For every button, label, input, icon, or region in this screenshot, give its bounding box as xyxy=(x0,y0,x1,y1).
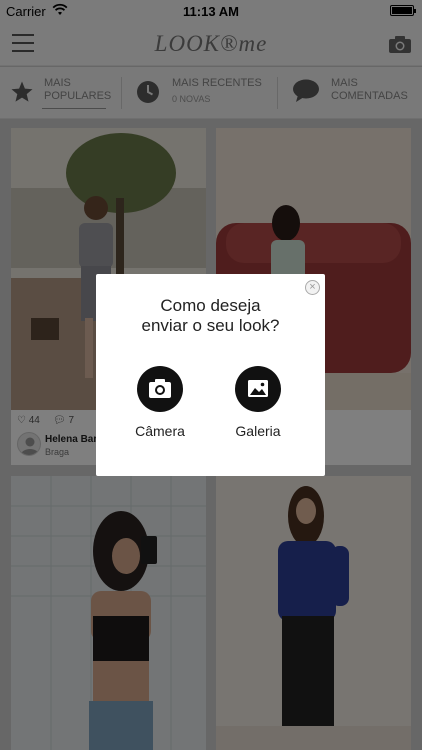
gallery-icon xyxy=(235,366,281,412)
upload-source-dialog: × Como deseja enviar o seu look? Câmera … xyxy=(96,274,325,476)
dialog-title: Como deseja enviar o seu look? xyxy=(141,296,280,335)
camera-option-button[interactable]: Câmera xyxy=(120,366,200,439)
gallery-option-label: Galeria xyxy=(235,423,281,439)
camera-icon xyxy=(137,366,183,412)
close-icon[interactable]: × xyxy=(305,280,320,295)
camera-option-label: Câmera xyxy=(135,423,185,439)
gallery-option-button[interactable]: Galeria xyxy=(218,366,298,439)
